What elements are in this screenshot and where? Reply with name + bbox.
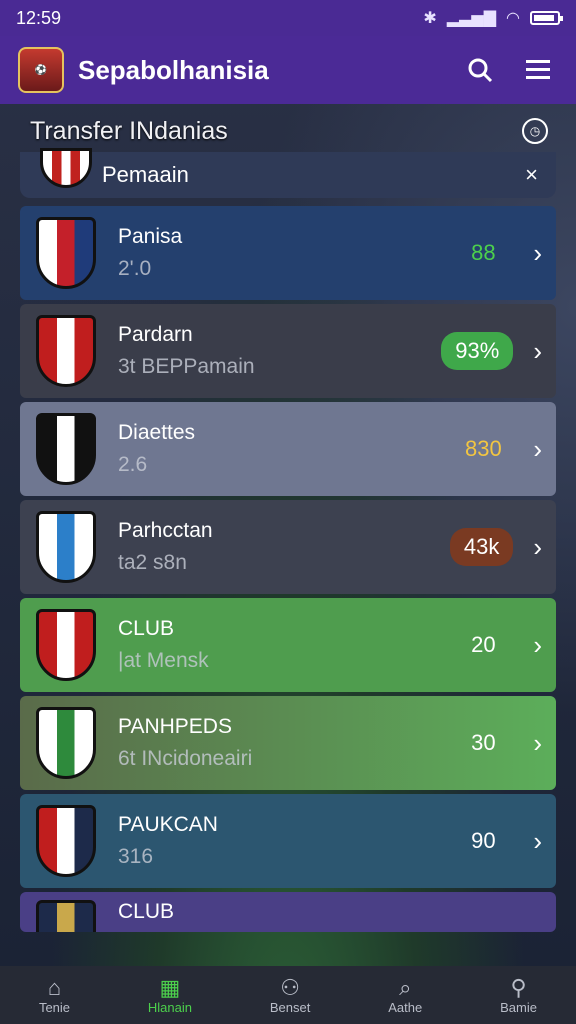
chevron-right-icon[interactable]: › bbox=[533, 238, 542, 269]
player-info: PANHPEDS 6t INcidoneairi bbox=[118, 715, 453, 771]
player-detail: 316 bbox=[118, 845, 154, 868]
club-crest-icon bbox=[36, 315, 96, 387]
transfer-list: Panisa 2'.0 88 › Pardarn 3t BEPPamain 93% › Diae… bbox=[20, 206, 556, 936]
nav-item-tenie[interactable]: ⌂ Tenie bbox=[38, 974, 71, 1015]
chevron-right-icon[interactable]: › bbox=[533, 336, 542, 367]
nav-label: Hlanain bbox=[147, 999, 192, 1015]
menu-icon[interactable] bbox=[518, 50, 558, 90]
club-crest-icon bbox=[36, 805, 96, 877]
transfer-value: 88 bbox=[471, 240, 496, 265]
player-detail: 6t INcidoneairi bbox=[118, 747, 253, 770]
player-name: Diaettes bbox=[118, 421, 196, 444]
club-crest-icon bbox=[36, 217, 96, 289]
list-item[interactable]: Panisa 2'.0 88 › bbox=[20, 206, 556, 300]
player-info: Parhcctan ta2 s8n bbox=[118, 519, 450, 575]
player-detail: 3t BEPPamain bbox=[118, 355, 255, 378]
player-name: Pardarn bbox=[118, 323, 193, 346]
list-item[interactable]: PANHPEDS 6t INcidoneairi 30 › bbox=[20, 696, 556, 790]
club-crest-icon bbox=[36, 511, 96, 583]
profile-icon: ⚲ bbox=[510, 974, 527, 1000]
player-info: Panisa 2'.0 bbox=[118, 225, 453, 281]
status-bar: 12:59 ✱ ▂▃▅▇ ◠ bbox=[0, 0, 576, 36]
player-name: PAUKCAN bbox=[118, 813, 218, 836]
clock-icon[interactable]: ◷ bbox=[522, 118, 548, 144]
list-item[interactable]: Pardarn 3t BEPPamain 93% › bbox=[20, 304, 556, 398]
wifi-icon: ◠ bbox=[506, 10, 520, 27]
section-title: Transfer INdanias bbox=[30, 116, 228, 145]
status-time: 12:59 bbox=[16, 7, 62, 28]
nav-item-bamie[interactable]: ⚲ Bamie bbox=[500, 974, 537, 1015]
close-icon[interactable]: × bbox=[525, 162, 538, 188]
player-detail: 2.6 bbox=[118, 453, 148, 476]
player-info: Diaettes 2.6 bbox=[118, 421, 453, 477]
nav-label: Bamie bbox=[500, 999, 537, 1015]
player-info: CLUB |at Mensk bbox=[118, 617, 453, 673]
list-item[interactable]: CLUB |at Mensk 20 › bbox=[20, 598, 556, 692]
section-header: Transfer INdanias ◷ bbox=[14, 110, 562, 152]
transfer-value: 830 bbox=[464, 436, 502, 461]
app-logo: ⚽ bbox=[18, 47, 64, 93]
player-detail: ta2 s8n bbox=[118, 551, 187, 574]
player-detail: |at Mensk bbox=[118, 649, 209, 672]
status-icons: ✱ ▂▃▅▇ ◠ bbox=[423, 8, 563, 28]
player-name: PANHPEDS bbox=[118, 715, 232, 738]
list-item[interactable]: Diaettes 2.6 830 › bbox=[20, 402, 556, 496]
home-icon: ⌂ bbox=[47, 974, 62, 1000]
search-icon[interactable] bbox=[460, 50, 500, 90]
bluetooth-icon: ✱ bbox=[423, 10, 437, 27]
player-name: Parhcctan bbox=[118, 519, 213, 542]
list-item[interactable]: Parhcctan ta2 s8n 43k › bbox=[20, 500, 556, 594]
player-info: CLUB bbox=[118, 900, 542, 932]
signal-icon: ▂▃▅▇ bbox=[446, 10, 497, 27]
filter-label: Pemaain bbox=[102, 162, 189, 187]
battery-icon bbox=[530, 11, 563, 25]
nav-label: Benset bbox=[269, 999, 311, 1015]
chevron-right-icon[interactable]: › bbox=[533, 532, 542, 563]
player-detail: 2'.0 bbox=[118, 257, 152, 280]
player-name: CLUB bbox=[118, 617, 175, 640]
app-bar: ⚽ Sepabolhanisia bbox=[0, 36, 576, 104]
nav-item-aathe[interactable]: ⌕ Aathe bbox=[388, 974, 423, 1015]
chevron-right-icon[interactable]: › bbox=[533, 826, 542, 857]
nav-label: Tenie bbox=[38, 999, 71, 1015]
player-name: CLUB bbox=[118, 900, 175, 923]
nav-label: Aathe bbox=[388, 999, 423, 1015]
list-item[interactable]: CLUB bbox=[20, 892, 556, 932]
nav-item-benset[interactable]: ⚇ Benset bbox=[269, 974, 311, 1015]
club-crest-icon bbox=[36, 707, 96, 779]
transfer-value: 30 bbox=[471, 730, 496, 755]
chevron-right-icon[interactable]: › bbox=[533, 630, 542, 661]
scout-icon: ⚇ bbox=[280, 974, 300, 1000]
list-item[interactable]: PAUKCAN 316 90 › bbox=[20, 794, 556, 888]
chevron-right-icon[interactable]: › bbox=[533, 728, 542, 759]
club-crest-icon bbox=[36, 413, 96, 485]
stadium-icon: ▦ bbox=[159, 974, 181, 1000]
player-info: PAUKCAN 316 bbox=[118, 813, 453, 869]
chevron-right-icon[interactable]: › bbox=[533, 434, 542, 465]
club-crest-icon bbox=[40, 148, 92, 188]
transfer-value: 43k bbox=[449, 528, 514, 566]
transfer-value: 20 bbox=[471, 632, 496, 657]
filter-bar[interactable]: Pemaain × bbox=[20, 148, 556, 198]
player-name: Panisa bbox=[118, 225, 183, 248]
app-title: Sepabolhanisia bbox=[78, 54, 269, 85]
player-info: Pardarn 3t BEPPamain bbox=[118, 323, 441, 379]
transfer-value: 93% bbox=[441, 332, 514, 370]
search-icon: ⌕ bbox=[399, 974, 412, 1000]
club-crest-icon bbox=[36, 900, 96, 932]
nav-item-hlanain[interactable]: ▦ Hlanain bbox=[147, 974, 192, 1015]
transfer-value: 90 bbox=[471, 828, 496, 853]
bottom-nav: ⌂ Tenie ▦ Hlanain ⚇ Benset ⌕ Aathe ⚲ Bamie bbox=[0, 966, 576, 1024]
club-crest-icon bbox=[36, 609, 96, 681]
